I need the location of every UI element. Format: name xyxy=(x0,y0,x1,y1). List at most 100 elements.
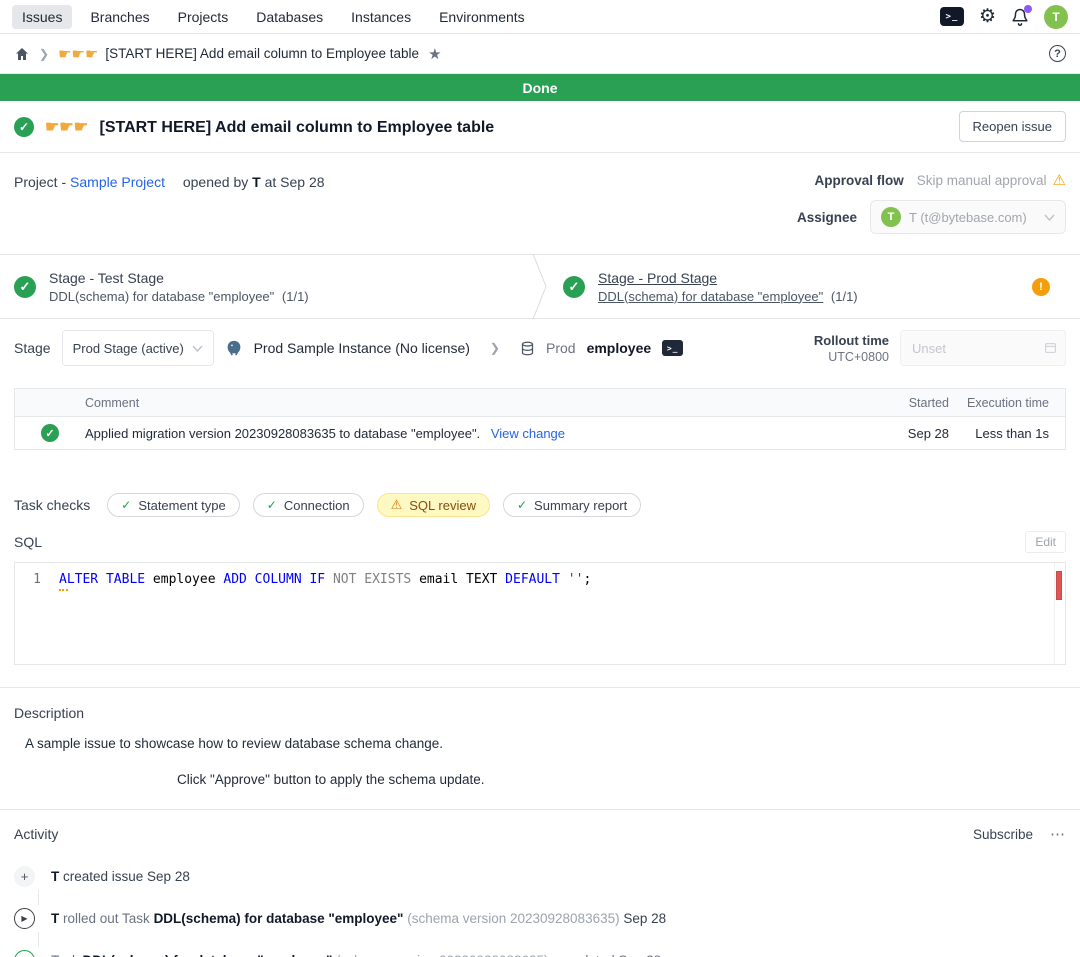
subscribe-button[interactable]: Subscribe xyxy=(973,827,1033,842)
badge-label: Connection xyxy=(284,498,350,513)
activity-date: Sep 28 xyxy=(147,869,190,884)
pointer-emoji-icon: ☛☛☛ xyxy=(45,119,88,136)
database-icon xyxy=(520,341,535,356)
activity-task: DDL(schema) for database "employee" xyxy=(83,953,333,957)
help-icon[interactable]: ? xyxy=(1049,45,1066,62)
database-name[interactable]: employee xyxy=(587,340,652,356)
stage-select[interactable]: Prod Stage (active) xyxy=(62,330,214,366)
stage-bar: Stage Prod Stage (active) Prod Sample In… xyxy=(0,319,1080,377)
approval-flow-text: Skip manual approval xyxy=(917,173,1047,188)
bell-icon[interactable] xyxy=(1011,8,1029,26)
stage-task-text[interactable]: DDL(schema) for database "employee" xyxy=(49,289,274,304)
breadcrumb: ❯ ☛☛☛ [START HERE] Add email column to E… xyxy=(0,34,1080,74)
stage-title: Stage - Prod Stage xyxy=(598,270,858,286)
instance-name[interactable]: Prod Sample Instance (No license) xyxy=(254,340,470,356)
postgres-icon xyxy=(225,339,243,357)
issue-meta: Project - Sample Project opened by T at … xyxy=(0,153,1080,254)
home-icon[interactable] xyxy=(14,46,30,62)
stage-subtitle: DDL(schema) for database "employee" (1/1… xyxy=(49,289,309,304)
task-success-check-icon: ✓ xyxy=(41,424,59,442)
chevron-down-icon xyxy=(1044,214,1055,221)
activity-item-created: + T created issue Sep 28 xyxy=(14,866,1066,887)
sql-editor[interactable]: 1 ALTER TABLE employee ADD COLUMN IF NOT… xyxy=(14,562,1066,665)
check-badge-summary-report[interactable]: ✓ Summary report xyxy=(503,493,641,517)
calendar-icon xyxy=(1044,341,1057,357)
more-options-icon[interactable]: ⋯ xyxy=(1050,825,1066,843)
rollout-time-input[interactable] xyxy=(900,330,1066,366)
notification-dot xyxy=(1024,5,1032,13)
col-comment: Comment xyxy=(85,396,873,410)
line-number: 1 xyxy=(15,572,59,587)
editor-scrollbar[interactable] xyxy=(1054,563,1055,664)
description-section: Description A sample issue to showcase h… xyxy=(0,688,1080,809)
assignee-label: Assignee xyxy=(797,210,857,225)
breadcrumb-separator-icon: ❯ xyxy=(39,47,49,61)
col-started: Started xyxy=(873,396,953,410)
top-nav: Issues Branches Projects Databases Insta… xyxy=(0,0,1080,34)
star-icon[interactable]: ★ xyxy=(428,45,441,63)
open-sql-editor-icon[interactable]: >_ xyxy=(662,340,683,356)
task-checks: Task checks ✓ Statement type ✓ Connectio… xyxy=(14,493,1066,517)
description-line: A sample issue to showcase how to review… xyxy=(14,736,1066,751)
task-comment: Applied migration version 20230928083635… xyxy=(85,426,873,441)
stage-task-count: (1/1) xyxy=(282,289,309,304)
table-header-row: Comment Started Execution time xyxy=(15,389,1065,416)
nav-item-projects[interactable]: Projects xyxy=(168,5,239,29)
activity-item-completed: ✓ Task DDL(schema) for database "employe… xyxy=(14,950,1066,957)
stage-title: Stage - Test Stage xyxy=(49,270,309,286)
chevron-down-icon xyxy=(192,345,203,352)
project-dash: - xyxy=(61,174,66,190)
badge-label: Summary report xyxy=(534,498,627,513)
status-banner: Done xyxy=(0,74,1080,101)
activity-prefix: Task xyxy=(51,953,83,957)
nav-item-databases[interactable]: Databases xyxy=(246,5,333,29)
reopen-issue-button[interactable]: Reopen issue xyxy=(959,111,1067,142)
activity-label: Activity xyxy=(14,826,58,842)
task-run-table: Comment Started Execution time ✓ Applied… xyxy=(14,388,1066,450)
stage-task-text[interactable]: DDL(schema) for database "employee" xyxy=(598,289,823,304)
task-started: Sep 28 xyxy=(873,426,953,441)
assignee-value: T (t@bytebase.com) xyxy=(909,210,1036,225)
stage-label: Stage xyxy=(14,340,51,356)
stage-card-prod[interactable]: ✓ Stage - Prod Stage DDL(schema) for dat… xyxy=(549,255,1080,318)
nav-item-issues[interactable]: Issues xyxy=(12,5,72,29)
sql-editor-icon[interactable]: >_ xyxy=(940,7,964,26)
col-execution-time: Execution time xyxy=(953,396,1065,410)
opened-by: opened by T at Sep 28 xyxy=(183,174,325,190)
nav-item-branches[interactable]: Branches xyxy=(80,5,159,29)
activity-meta: (schema version 20230928083635) xyxy=(403,911,623,926)
rollout-time: Rollout time UTC+0800 xyxy=(814,330,1066,366)
issue-title-text: [START HERE] Add email column to Employe… xyxy=(99,119,494,136)
check-circle-icon: ✓ xyxy=(14,950,35,957)
project-link[interactable]: Sample Project xyxy=(70,174,165,190)
opened-prefix: opened by xyxy=(183,174,248,190)
activity-item-rollout: ▶ T rolled out Task DDL(schema) for data… xyxy=(14,908,1066,929)
play-circle-icon: ▶ xyxy=(14,908,35,929)
stage-card-test[interactable]: ✓ Stage - Test Stage DDL(schema) for dat… xyxy=(0,255,531,318)
stage-subtitle: DDL(schema) for database "employee" (1/1… xyxy=(598,289,858,304)
sql-edit-button[interactable]: Edit xyxy=(1025,531,1066,553)
nav-item-environments[interactable]: Environments xyxy=(429,5,535,29)
table-row[interactable]: ✓ Applied migration version 202309280836… xyxy=(15,416,1065,449)
activity-text: created issue xyxy=(59,869,147,884)
issue-done-check-icon: ✓ xyxy=(14,117,34,137)
stage-select-value: Prod Stage (active) xyxy=(73,341,184,356)
activity-date: Sep 28 xyxy=(618,953,661,957)
check-badge-connection[interactable]: ✓ Connection xyxy=(253,493,364,517)
gear-icon[interactable]: ⚙ xyxy=(979,7,996,26)
chevron-right-icon: ❯ xyxy=(490,341,500,355)
avatar[interactable]: T xyxy=(1044,5,1068,29)
assignee-select[interactable]: T T (t@bytebase.com) xyxy=(870,200,1066,234)
activity-meta: (schema version 20230928083635) xyxy=(332,953,552,957)
warning-triangle-icon: ⚠ xyxy=(1053,171,1066,189)
plus-icon: + xyxy=(14,866,35,887)
nav-item-instances[interactable]: Instances xyxy=(341,5,421,29)
check-icon: ✓ xyxy=(517,498,527,512)
check-badge-sql-review[interactable]: ⚠ SQL review xyxy=(377,493,490,517)
activity-action: rolled out Task xyxy=(59,911,153,926)
check-badge-statement-type[interactable]: ✓ Statement type xyxy=(107,493,240,517)
pointer-emoji-icon: ☛☛☛ xyxy=(58,45,98,63)
project-label: Project xyxy=(14,174,58,190)
assignee-avatar: T xyxy=(881,207,901,227)
view-change-link[interactable]: View change xyxy=(491,426,565,441)
